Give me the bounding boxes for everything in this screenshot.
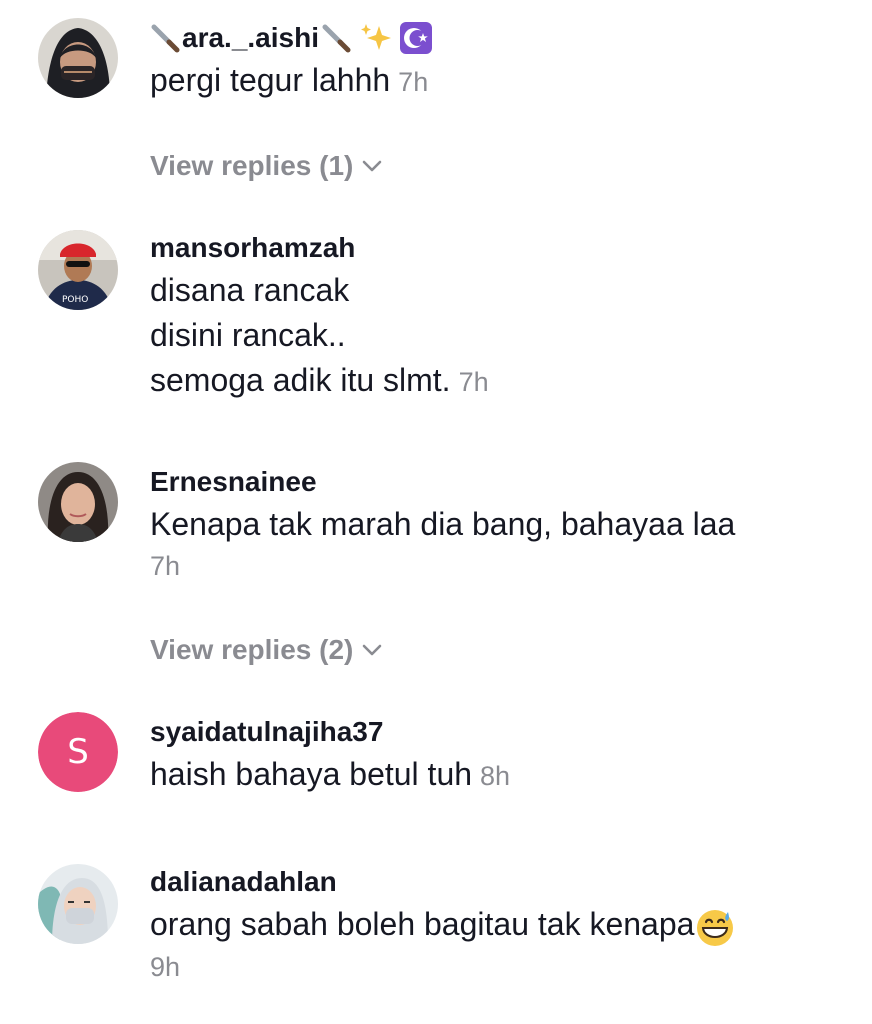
comment-text: haish bahaya betul tuh 8h [150,752,850,799]
username-text: mansorhamzah [150,232,356,263]
user-avatar-image [38,18,118,98]
comment-username[interactable]: syaidatulnajiha37 [150,712,850,752]
grinning-sweat-emoji-icon [697,909,734,946]
star-and-crescent-icon [399,22,432,54]
avatar[interactable]: POHO [38,230,118,310]
avatar[interactable]: S [38,712,118,792]
knife-icon [322,24,351,53]
svg-text:POHO: POHO [62,295,88,305]
comment-username[interactable]: dalianadahlan [150,862,850,902]
comment-time: 9h [150,951,181,982]
comment-time: 7h [150,551,181,581]
avatar[interactable] [38,18,118,98]
chevron-down-icon [363,160,382,172]
user-avatar-image: POHO [38,230,118,310]
comment-line: disana rancak [150,272,350,308]
comment-line: Kenapa tak marah dia bang, bahayaa laa [150,506,736,542]
comment-time: 8h [480,761,511,791]
sparkles-icon [360,24,391,50]
comment-line: pergi tegur lahhh [150,62,391,98]
avatar[interactable] [38,864,118,944]
user-avatar-image [38,864,118,944]
comment-line: orang sabah boleh bagitau tak kenapa [150,906,695,942]
view-replies-label: View replies (2) [150,634,354,665]
comment-text: Kenapa tak marah dia bang, bahayaa laa [150,502,850,547]
user-avatar-image [38,462,118,542]
comment-text: orang sabah boleh bagitau tak kenapa [150,902,850,948]
comment-text: pergi tegur lahhh 7h [150,58,850,105]
view-replies-button[interactable]: View replies (1) [150,150,385,182]
comment-time: 7h [458,367,489,397]
username-text: syaidatulnajiha37 [150,716,384,747]
chevron-down-icon [363,644,382,656]
username-text: Ernesnainee [150,466,317,497]
username-text: ara._.aishi [182,22,319,53]
avatar[interactable] [38,462,118,542]
view-replies-label: View replies (1) [150,150,354,181]
view-replies-button[interactable]: View replies (2) [150,634,385,666]
comment-line: semoga adik itu slmt. [150,362,451,398]
username-text: dalianadahlan [150,866,337,897]
letter-avatar: S [38,712,118,792]
comment-time: 7h [398,67,429,97]
comment-username[interactable]: mansorhamzah [150,228,850,268]
knife-icon [151,24,180,53]
comment-text: disana rancak disini rancak.. semoga adi… [150,268,850,405]
comment-line: haish bahaya betul tuh [150,756,473,792]
comment-username[interactable]: ara._.aishi [150,18,850,58]
comment-username[interactable]: Ernesnainee [150,462,850,502]
comment-line: disini rancak.. [150,317,346,353]
